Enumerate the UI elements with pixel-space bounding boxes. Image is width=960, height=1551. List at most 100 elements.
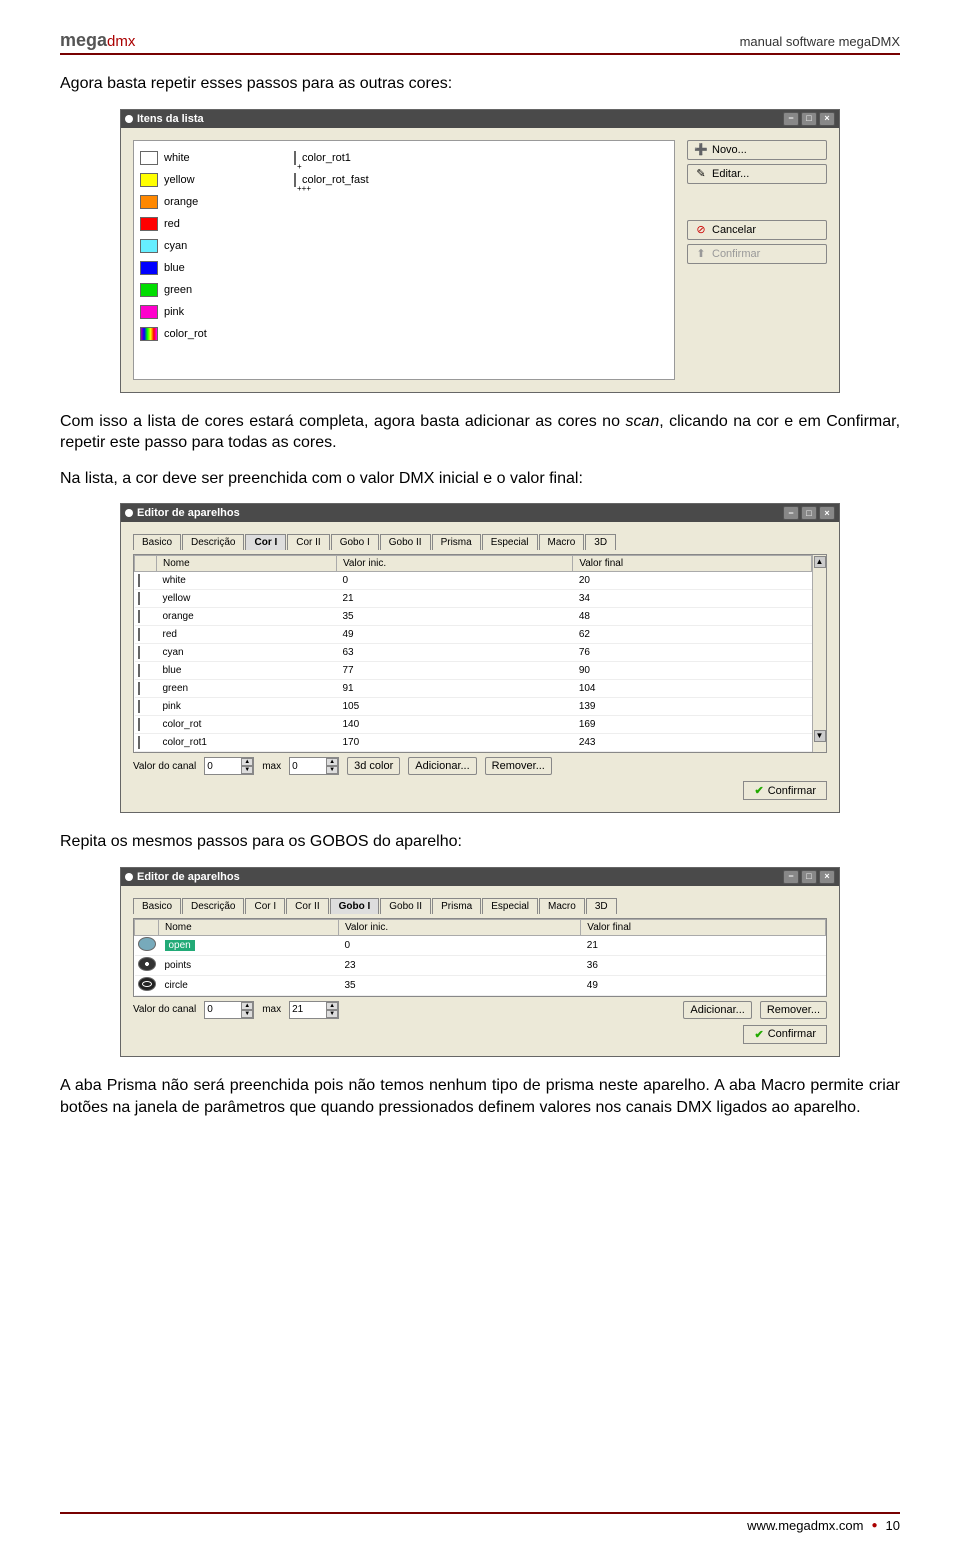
table-row[interactable]: color_rot1170243 <box>135 734 812 752</box>
tab-cor-i[interactable]: Cor I <box>245 898 285 914</box>
list-item[interactable]: color_rot <box>140 323 668 345</box>
cancelar-button[interactable]: ⊘Cancelar <box>687 220 827 240</box>
titlebar[interactable]: Editor de aparelhos − □ × <box>121 504 839 522</box>
th-vini[interactable]: Valor inic. <box>339 919 581 935</box>
tab-gobo-ii[interactable]: Gobo II <box>380 898 431 914</box>
tab-prisma[interactable]: Prisma <box>432 898 481 914</box>
table-row[interactable]: circle3549 <box>135 975 826 995</box>
color3d-button[interactable]: 3d color <box>347 757 400 775</box>
max-input[interactable] <box>290 760 326 773</box>
list-item[interactable]: white <box>140 147 668 169</box>
titlebar[interactable]: Itens da lista − □ × <box>121 110 839 128</box>
table-row[interactable]: yellow2134 <box>135 590 812 608</box>
minimize-icon[interactable]: − <box>783 112 799 126</box>
spin-down-icon[interactable]: ▼ <box>326 766 338 774</box>
scroll-down-icon[interactable]: ▼ <box>814 730 826 742</box>
scrollbar[interactable]: ▲ ▼ <box>812 555 826 752</box>
max-spinner[interactable]: ▲▼ <box>289 1001 339 1019</box>
th-nome[interactable]: Nome <box>159 919 339 935</box>
spin-down-icon[interactable]: ▼ <box>241 1010 253 1018</box>
maximize-icon[interactable]: □ <box>801 112 817 126</box>
maximize-icon[interactable]: □ <box>801 506 817 520</box>
list-item[interactable]: orange <box>140 191 668 213</box>
cell-vfin: 20 <box>573 572 812 590</box>
minimize-icon[interactable]: − <box>783 870 799 884</box>
tab-macro[interactable]: Macro <box>539 534 585 550</box>
tab-gobo-i[interactable]: Gobo I <box>330 898 380 914</box>
tab-especial[interactable]: Especial <box>482 898 538 914</box>
tab-cor-i[interactable]: Cor I <box>245 534 286 550</box>
spin-up-icon[interactable]: ▲ <box>241 1002 253 1010</box>
th-nome[interactable]: Nome <box>157 556 337 572</box>
table-row[interactable]: points2336 <box>135 955 826 975</box>
tab-gobo-i[interactable]: Gobo I <box>331 534 379 550</box>
scroll-up-icon[interactable]: ▲ <box>814 556 826 568</box>
table-row[interactable]: white020 <box>135 572 812 590</box>
list-item[interactable]: blue <box>140 257 668 279</box>
tab-prisma[interactable]: Prisma <box>432 534 481 550</box>
valor-canal-spinner[interactable]: ▲▼ <box>204 1001 254 1019</box>
tab-basico[interactable]: Basico <box>133 534 181 550</box>
spin-up-icon[interactable]: ▲ <box>326 758 338 766</box>
table-row[interactable]: open021 <box>135 935 826 955</box>
table-row[interactable]: green91104 <box>135 680 812 698</box>
close-icon[interactable]: × <box>819 112 835 126</box>
tab-macro[interactable]: Macro <box>539 898 585 914</box>
tab-3d[interactable]: 3D <box>585 534 616 550</box>
novo-button[interactable]: ➕Novo... <box>687 140 827 160</box>
list-item[interactable]: +++color_rot_fast <box>294 169 369 191</box>
th-vini[interactable]: Valor inic. <box>337 556 573 572</box>
max-spinner[interactable]: ▲▼ <box>289 757 339 775</box>
th-vfin[interactable]: Valor final <box>573 556 812 572</box>
tab-basico[interactable]: Basico <box>133 898 181 914</box>
list-item[interactable]: pink <box>140 301 668 323</box>
item-label: green <box>164 284 192 296</box>
cell-name: color_rot <box>157 716 337 734</box>
spin-down-icon[interactable]: ▼ <box>326 1010 338 1018</box>
list-item[interactable]: red <box>140 213 668 235</box>
tab-cor-ii[interactable]: Cor II <box>286 898 328 914</box>
tab-especial[interactable]: Especial <box>482 534 538 550</box>
adicionar-label: Adicionar... <box>415 760 469 772</box>
spin-up-icon[interactable]: ▲ <box>326 1002 338 1010</box>
tab-descrição[interactable]: Descrição <box>182 898 244 914</box>
confirmar-button[interactable]: ✔Confirmar <box>743 781 827 800</box>
adicionar-button[interactable]: Adicionar... <box>683 1001 751 1019</box>
editar-button[interactable]: ✎Editar... <box>687 164 827 184</box>
adicionar-button[interactable]: Adicionar... <box>408 757 476 775</box>
color-list[interactable]: whiteyelloworangeredcyan blue green pink col… <box>133 140 675 380</box>
confirmar-button[interactable]: ✔Confirmar <box>743 1025 827 1044</box>
minimize-icon[interactable]: − <box>783 506 799 520</box>
tab-3d[interactable]: 3D <box>586 898 617 914</box>
remover-button[interactable]: Remover... <box>485 757 552 775</box>
table-row[interactable]: red4962 <box>135 626 812 644</box>
table-row[interactable]: blue7790 <box>135 662 812 680</box>
tab-gobo-ii[interactable]: Gobo II <box>380 534 431 550</box>
item-label: blue <box>164 262 185 274</box>
valor-canal-spinner[interactable]: ▲▼ <box>204 757 254 775</box>
list-item[interactable]: green <box>140 279 668 301</box>
confirmar-button[interactable]: ⬆Confirmar <box>687 244 827 264</box>
list-item[interactable]: cyan <box>140 235 668 257</box>
gobo-table: Nome Valor inic. Valor final open021poin… <box>134 919 826 996</box>
list-item[interactable]: yellow <box>140 169 668 191</box>
titlebar[interactable]: Editor de aparelhos − □ × <box>121 868 839 886</box>
remover-button[interactable]: Remover... <box>760 1001 827 1019</box>
maximize-icon[interactable]: □ <box>801 870 817 884</box>
table-row[interactable]: cyan6376 <box>135 644 812 662</box>
table-row[interactable]: color_rot140169 <box>135 716 812 734</box>
close-icon[interactable]: × <box>819 506 835 520</box>
valor-canal-input[interactable] <box>205 760 241 773</box>
item-label: pink <box>164 306 184 318</box>
close-icon[interactable]: × <box>819 870 835 884</box>
spin-down-icon[interactable]: ▼ <box>241 766 253 774</box>
tab-descrição[interactable]: Descrição <box>182 534 244 550</box>
valor-canal-input[interactable] <box>205 1003 241 1016</box>
tab-cor-ii[interactable]: Cor II <box>287 534 329 550</box>
table-row[interactable]: orange3548 <box>135 608 812 626</box>
max-input[interactable] <box>290 1003 326 1016</box>
spin-up-icon[interactable]: ▲ <box>241 758 253 766</box>
th-vfin[interactable]: Valor final <box>581 919 826 935</box>
list-item[interactable]: +color_rot1 <box>294 147 369 169</box>
table-row[interactable]: pink105139 <box>135 698 812 716</box>
